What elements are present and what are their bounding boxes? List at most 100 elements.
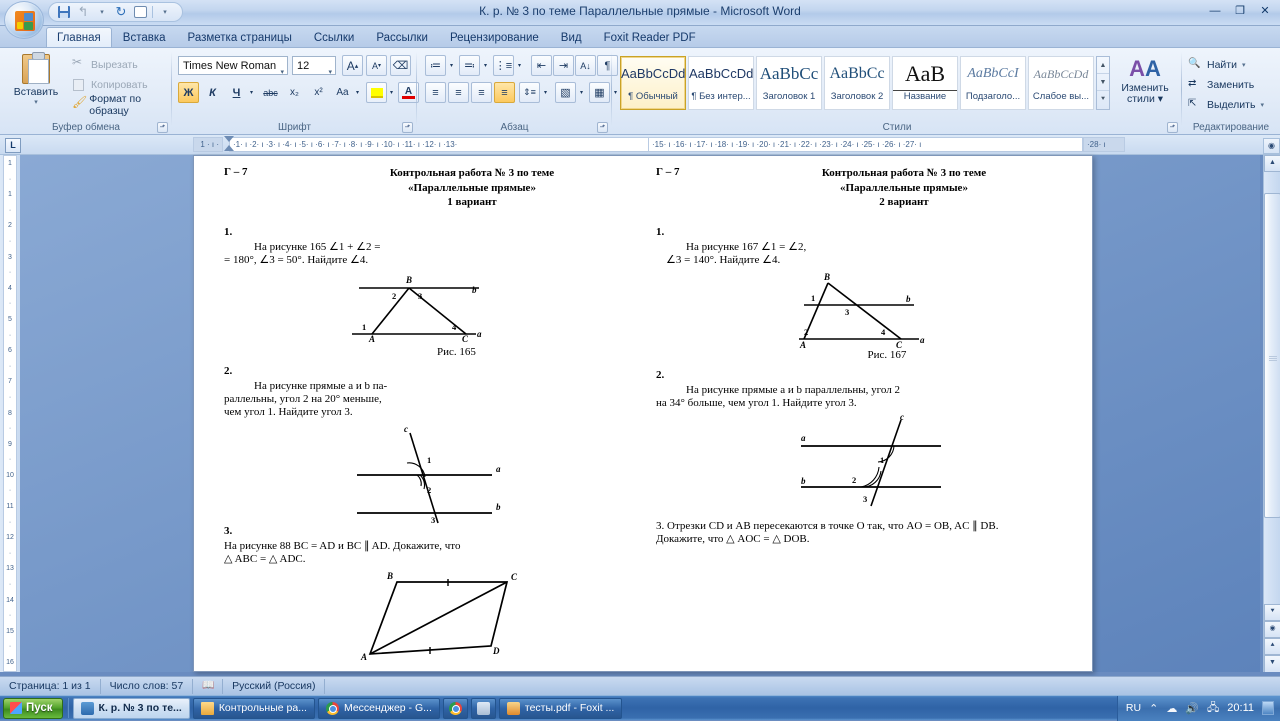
gallery-scroll-up-icon[interactable]: ▲: [1097, 57, 1109, 74]
taskbar-item-paint[interactable]: [470, 697, 496, 719]
italic-button[interactable]: К: [202, 82, 223, 103]
status-language[interactable]: Русский (Россия): [223, 678, 326, 694]
shrink-font-button[interactable]: A ▾: [366, 55, 387, 76]
change-case-button[interactable]: Aa: [332, 82, 353, 103]
select-dropdown-icon[interactable]: ▾: [1260, 101, 1264, 109]
style-item-subtle-emphasis[interactable]: AaBbCcDd Слабое вы...: [1028, 56, 1094, 110]
next-page-button[interactable]: ⯆: [1264, 604, 1280, 621]
align-left-icon[interactable]: ≡: [425, 82, 446, 103]
status-word-count[interactable]: Число слов: 57: [101, 678, 194, 694]
underline-button[interactable]: Ч: [226, 82, 247, 103]
tab-foxit-reader-pdf[interactable]: Foxit Reader PDF: [593, 27, 707, 47]
start-button[interactable]: Пуск: [3, 697, 63, 719]
styles-gallery-scroll[interactable]: ▲ ▼ ⯆: [1096, 56, 1110, 110]
highlight-button[interactable]: [366, 82, 387, 103]
numbering-icon[interactable]: ≕: [459, 55, 480, 76]
tab-mailings[interactable]: Рассылки: [365, 27, 439, 47]
ruler-right-margin[interactable]: ·28· ı: [1083, 137, 1125, 152]
taskbar-item-messenger[interactable]: Мессенджер - G...: [317, 697, 440, 719]
close-button[interactable]: ✕: [1254, 2, 1276, 19]
align-right-icon[interactable]: ≡: [471, 82, 492, 103]
tab-insert[interactable]: Вставка: [112, 27, 177, 47]
document-page[interactable]: Г – 7 Контрольная работа № 3 по теме «Па…: [193, 155, 1093, 672]
select-browse-object-icon[interactable]: ◉: [1263, 138, 1280, 154]
find-dropdown-icon[interactable]: ▾: [1242, 61, 1246, 69]
prev-page-button[interactable]: ⯅: [1264, 638, 1280, 655]
tab-review[interactable]: Рецензирование: [439, 27, 550, 47]
status-proofing-icon[interactable]: [193, 678, 224, 694]
scrollbar-thumb[interactable]: [1264, 193, 1280, 518]
shading-dropdown-icon[interactable]: ▾: [576, 82, 587, 103]
clear-formatting-icon[interactable]: ⌫: [390, 55, 411, 76]
bullets-icon[interactable]: ≔: [425, 55, 446, 76]
tab-references[interactable]: Ссылки: [303, 27, 366, 47]
clipboard-dialog-launcher[interactable]: ⬏: [157, 122, 168, 133]
hanging-indent-marker[interactable]: [224, 145, 234, 151]
style-item-title[interactable]: АаВ Название: [892, 56, 958, 110]
taskbar-item-folder[interactable]: Контрольные ра...: [192, 697, 315, 719]
tab-view[interactable]: Вид: [550, 27, 593, 47]
gallery-scroll-down-icon[interactable]: ▼: [1097, 74, 1109, 91]
taskbar-item-word[interactable]: К. р. № 3 по те...: [72, 697, 190, 719]
highlight-dropdown-icon[interactable]: ▾: [386, 82, 397, 103]
shading-icon[interactable]: ▧: [555, 82, 576, 103]
change-case-dropdown-icon[interactable]: ▾: [352, 82, 363, 103]
tab-home[interactable]: Главная: [46, 27, 112, 47]
style-item-normal[interactable]: AaBbCcDd ¶ Обычный: [620, 56, 686, 110]
taskbar-item-chrome[interactable]: [442, 697, 468, 719]
scroll-down-button[interactable]: ▼: [1264, 655, 1280, 672]
style-item-subtitle[interactable]: AaBbCcI Подзаголо...: [960, 56, 1026, 110]
paste-button[interactable]: Вставить ▾: [8, 52, 64, 106]
copy-button[interactable]: Копировать: [72, 76, 148, 93]
justify-icon[interactable]: ≡: [494, 82, 515, 103]
decrease-indent-icon[interactable]: ⇤: [531, 55, 552, 76]
status-page[interactable]: Страница: 1 из 1: [0, 678, 101, 694]
minimize-button[interactable]: —: [1204, 2, 1226, 19]
select-browse-button[interactable]: ◉: [1264, 621, 1280, 638]
left-indent-marker[interactable]: [224, 136, 234, 142]
select-button[interactable]: ⇱ Выделить ▾: [1188, 96, 1264, 113]
styles-dialog-launcher[interactable]: ⬏: [1167, 122, 1178, 133]
font-dialog-launcher[interactable]: ⬏: [402, 122, 413, 133]
line-spacing-dropdown-icon[interactable]: ▾: [540, 82, 551, 103]
vertical-ruler[interactable]: 1 · 1 · 2 · 3 · 4 · 5 · 6 · 7 · 8 · 9 · 10 · 11 · 12 · 13 · 14 · 15 · 16: [0, 155, 20, 672]
cut-button[interactable]: Вырезать: [72, 55, 138, 73]
style-item-heading2[interactable]: AaBbCc Заголовок 2: [824, 56, 890, 110]
sort-icon[interactable]: A↓: [575, 55, 596, 76]
style-item-no-spacing[interactable]: AaBbCcDd ¶ Без интер...: [688, 56, 754, 110]
bold-button[interactable]: Ж: [178, 82, 199, 103]
clock[interactable]: 20:11: [1227, 702, 1254, 714]
multilevel-dropdown-icon[interactable]: ▾: [514, 55, 525, 76]
increase-indent-icon[interactable]: ⇥: [553, 55, 574, 76]
tab-stop-selector[interactable]: L: [5, 138, 21, 153]
cloud-icon[interactable]: ☁: [1166, 702, 1177, 715]
office-button[interactable]: [4, 1, 44, 39]
ruler-left-margin[interactable]: 1 · ı ·: [193, 137, 223, 152]
paste-dropdown-icon[interactable]: ▾: [8, 98, 64, 106]
show-hidden-icons-icon[interactable]: ⌃: [1149, 702, 1158, 715]
show-desktop-icon[interactable]: [1262, 701, 1274, 715]
strikethrough-button[interactable]: abc: [260, 82, 281, 103]
font-name-combo[interactable]: Times New Roman ▾: [178, 56, 288, 76]
font-size-combo[interactable]: 12 ▾: [292, 56, 336, 76]
change-styles-button[interactable]: AA Изменить стили ▾: [1116, 56, 1174, 105]
find-button[interactable]: 🔍 Найти ▾: [1188, 56, 1245, 73]
multilevel-list-icon[interactable]: ⋮≡: [493, 55, 514, 76]
format-painter-button[interactable]: Формат по образцу: [72, 93, 172, 117]
numbering-dropdown-icon[interactable]: ▾: [480, 55, 491, 76]
subscript-button[interactable]: x₂: [284, 82, 305, 103]
scroll-up-button[interactable]: ▲: [1264, 155, 1280, 172]
taskbar-item-foxit[interactable]: тесты.pdf - Foxit ...: [498, 697, 623, 719]
document-canvas[interactable]: Г – 7 Контрольная работа № 3 по теме «Па…: [20, 155, 1260, 672]
bullets-dropdown-icon[interactable]: ▾: [446, 55, 457, 76]
style-item-heading1[interactable]: AaBbCc Заголовок 1: [756, 56, 822, 110]
superscript-button[interactable]: x²: [308, 82, 329, 103]
line-spacing-icon[interactable]: ⇕≡: [519, 82, 540, 103]
horizontal-ruler[interactable]: L 1 · ı · ·1· ı ·2· ı ·3· ı ·4· ı ·5· ı …: [0, 135, 1280, 155]
grow-font-button[interactable]: A ▴: [342, 55, 363, 76]
gallery-more-icon[interactable]: ⯆: [1097, 91, 1109, 108]
volume-icon[interactable]: 🔊: [1185, 702, 1199, 715]
underline-dropdown-icon[interactable]: ▾: [246, 82, 257, 103]
tab-page-layout[interactable]: Разметка страницы: [177, 27, 303, 47]
tray-language[interactable]: RU: [1126, 702, 1141, 714]
